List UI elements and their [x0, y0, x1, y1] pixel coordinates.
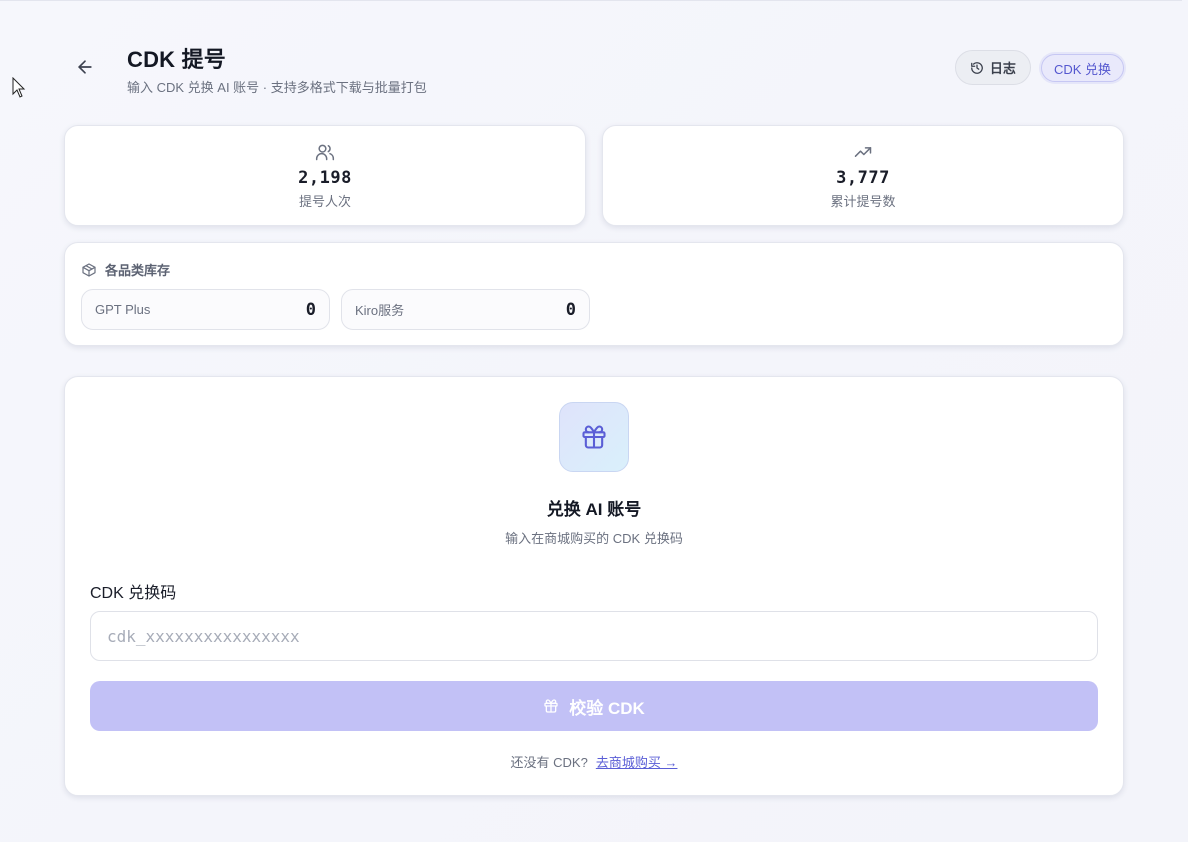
cdk-input[interactable]	[90, 611, 1098, 661]
gift-icon	[582, 425, 606, 449]
verify-button-label: 校验 CDK	[569, 698, 645, 718]
header-actions: 日志 CDK 兑换	[954, 50, 1124, 85]
purchase-hint: 还没有 CDK? 去商城购买 →	[65, 752, 1123, 771]
gift-icon	[544, 699, 558, 713]
mouse-cursor-icon	[12, 77, 26, 98]
top-divider	[0, 0, 1182, 1]
inventory-item-name: GPT Plus	[95, 302, 151, 317]
verify-cdk-button[interactable]: 校验 CDK	[90, 681, 1098, 731]
log-button-label: 日志	[989, 61, 1016, 76]
log-button[interactable]: 日志	[954, 50, 1031, 85]
page-title: CDK 提号	[127, 47, 226, 72]
redeem-card: 兑换 AI 账号 输入在商城购买的 CDK 兑换码 CDK 兑换码 校验 CDK…	[64, 376, 1124, 796]
back-button[interactable]	[72, 54, 98, 80]
inventory-item-count: 0	[305, 299, 316, 320]
page-header: CDK 提号 输入 CDK 兑换 AI 账号 · 支持多格式下载与批量打包 日志…	[64, 38, 1124, 98]
cdk-redeem-tab[interactable]: CDK 兑换	[1040, 54, 1124, 82]
history-icon	[971, 61, 983, 74]
gift-badge	[559, 402, 629, 472]
inventory-card: 各品类库存 GPT Plus 0 Kiro服务 0	[64, 242, 1124, 346]
inventory-item-kiro: Kiro服务 0	[341, 289, 590, 330]
stat-label: 累计提号数	[830, 194, 896, 209]
redeem-subtitle: 输入在商城购买的 CDK 兑换码	[505, 531, 683, 546]
inventory-title: 各品类库存	[105, 263, 171, 278]
stat-value: 2,198	[298, 168, 352, 188]
purchase-hint-text: 还没有 CDK?	[510, 755, 588, 770]
inventory-header: 各品类库存	[81, 260, 170, 279]
stat-card-users: 2,198 提号人次	[64, 125, 586, 226]
stat-card-total: 3,777 累计提号数	[602, 125, 1124, 226]
shop-link[interactable]: 去商城购买 →	[596, 755, 678, 770]
inventory-item-name: Kiro服务	[355, 303, 405, 318]
redeem-title: 兑换 AI 账号	[546, 500, 642, 519]
inventory-item-count: 0	[565, 299, 576, 320]
stat-value: 3,777	[836, 168, 890, 188]
trending-up-icon	[854, 147, 872, 157]
package-icon	[82, 262, 96, 277]
users-icon	[315, 144, 335, 161]
arrow-left-icon	[78, 60, 92, 74]
cdk-field-label: CDK 兑换码	[90, 585, 177, 602]
stat-label: 提号人次	[298, 194, 351, 209]
inventory-item-gpt-plus: GPT Plus 0	[81, 289, 330, 330]
page-subtitle: 输入 CDK 兑换 AI 账号 · 支持多格式下载与批量打包	[127, 80, 427, 95]
